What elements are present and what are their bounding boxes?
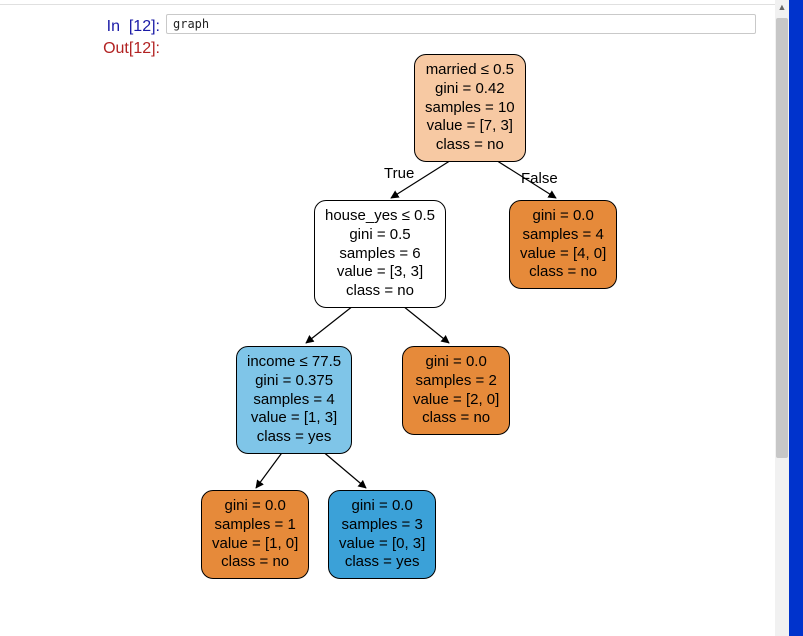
node-line: samples = 10 [425, 99, 515, 118]
edge-label-true: True [384, 165, 414, 182]
node-line: value = [4, 0] [520, 245, 606, 264]
output-graph: True False married ≤ 0.5 gini = 0.42 sam… [166, 40, 756, 636]
node-line: class = yes [339, 553, 425, 572]
node-line: gini = 0.0 [520, 207, 606, 226]
code-cell-text: graph [173, 17, 209, 31]
tree-node-right2: gini = 0.0 samples = 2 value = [2, 0] cl… [402, 346, 510, 435]
tree-node-leaf-right: gini = 0.0 samples = 3 value = [0, 3] cl… [328, 490, 436, 579]
node-line: value = [0, 3] [339, 535, 425, 554]
input-prompt: In [12]: [107, 18, 160, 36]
notebook-content: In [12]: Out[12]: graph True False [0, 0, 775, 636]
node-line: income ≤ 77.5 [247, 353, 341, 372]
tree-node-right1: gini = 0.0 samples = 4 value = [4, 0] cl… [509, 200, 617, 289]
node-line: class = no [212, 553, 298, 572]
node-line: samples = 3 [339, 516, 425, 535]
app-frame: ▲ In [12]: Out[12]: graph T [0, 0, 803, 636]
node-line: value = [1, 3] [247, 409, 341, 428]
node-line: class = no [325, 282, 435, 301]
vertical-scrollbar-thumb[interactable] [776, 18, 788, 458]
node-line: samples = 1 [212, 516, 298, 535]
node-line: samples = 2 [413, 372, 499, 391]
node-line: samples = 6 [325, 245, 435, 264]
node-line: gini = 0.0 [413, 353, 499, 372]
toolbar-divider [0, 4, 775, 5]
window-right-border [789, 0, 803, 636]
node-line: house_yes ≤ 0.5 [325, 207, 435, 226]
node-line: samples = 4 [520, 226, 606, 245]
node-line: class = no [425, 136, 515, 155]
node-line: samples = 4 [247, 391, 341, 410]
node-line: class = yes [247, 428, 341, 447]
node-line: gini = 0.42 [425, 80, 515, 99]
tree-node-left2: income ≤ 77.5 gini = 0.375 samples = 4 v… [236, 346, 352, 454]
node-line: gini = 0.0 [212, 497, 298, 516]
node-line: value = [1, 0] [212, 535, 298, 554]
tree-node-left1: house_yes ≤ 0.5 gini = 0.5 samples = 6 v… [314, 200, 446, 308]
output-prompt: Out[12]: [103, 40, 160, 58]
tree-node-root: married ≤ 0.5 gini = 0.42 samples = 10 v… [414, 54, 526, 162]
node-line: gini = 0.375 [247, 372, 341, 391]
node-line: value = [2, 0] [413, 391, 499, 410]
scroll-up-arrow-icon[interactable]: ▲ [775, 0, 789, 14]
node-line: gini = 0.0 [339, 497, 425, 516]
node-line: gini = 0.5 [325, 226, 435, 245]
node-line: class = no [413, 409, 499, 428]
code-cell-input[interactable]: graph [166, 14, 756, 34]
node-line: value = [3, 3] [325, 263, 435, 282]
node-line: class = no [520, 263, 606, 282]
tree-node-leaf-left: gini = 0.0 samples = 1 value = [1, 0] cl… [201, 490, 309, 579]
edge-label-false: False [521, 170, 558, 187]
node-line: value = [7, 3] [425, 117, 515, 136]
node-line: married ≤ 0.5 [425, 61, 515, 80]
